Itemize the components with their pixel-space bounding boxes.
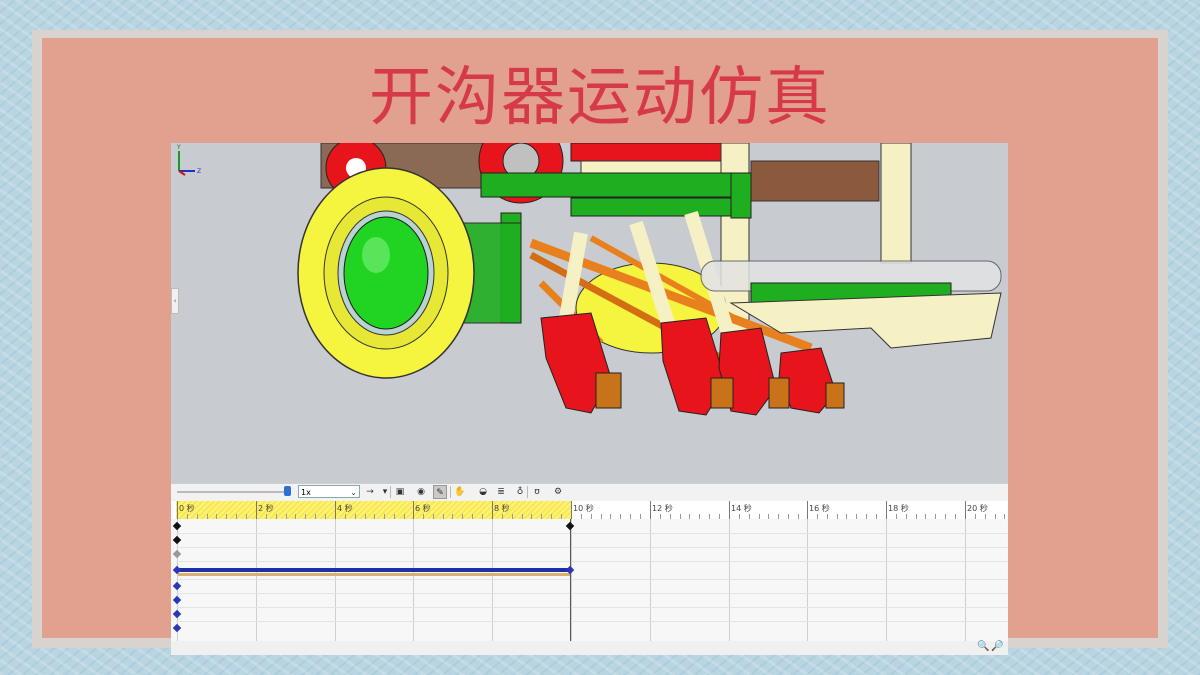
motor-icon[interactable]: ◒ — [476, 485, 490, 499]
ruler-tick-label: 10 秒 — [573, 504, 594, 513]
ruler-tick-label: 8 秒 — [494, 504, 510, 513]
key-point[interactable] — [172, 609, 182, 619]
seed-drill-model — [297, 143, 1002, 416]
key-point[interactable] — [172, 521, 182, 531]
ruler-major-tick — [413, 501, 414, 519]
timeline-gridline — [807, 519, 808, 641]
ruler-major-tick — [729, 501, 730, 519]
timeline-gridline — [335, 519, 336, 641]
zoom-out-icon[interactable]: 🔎 — [991, 641, 1003, 653]
motion-study-properties-icon[interactable]: ⚙ — [551, 485, 565, 499]
ruler-tick-label: 18 秒 — [888, 504, 909, 513]
timeline-status-bar: 🔍 🔎 — [171, 641, 1008, 655]
ruler-tick-label: 12 秒 — [652, 504, 673, 513]
spring-icon[interactable]: ≣ — [494, 485, 508, 499]
play-arrow-icon[interactable]: → — [363, 485, 377, 499]
contact-icon[interactable]: ʊ — [530, 485, 544, 499]
playback-speed-value: 1x — [301, 488, 311, 497]
simulation-window: ‹ Y Z 1x ⌄ → ▾ ▣ ◉ ✎ ✋ ◒ ≣ ♁ ʊ ⚙ 0 秒2 秒4 秒6 秒8 秒 10… — [171, 143, 1008, 655]
ruler-tick-label: 4 秒 — [337, 504, 353, 513]
motion-timeline-bar-secondary[interactable] — [178, 573, 571, 576]
timeline-gridline — [413, 519, 414, 641]
toolbar-separator — [390, 486, 391, 498]
ruler-tick-label: 2 秒 — [258, 504, 274, 513]
timeline-ruler[interactable]: 0 秒 2 秒 4 秒 6 秒 8 秒 10 秒 12 秒 14 秒 16 秒 18 秒 20 秒 — [171, 501, 1008, 520]
toolbar-separator — [527, 486, 528, 498]
ruler-major-tick — [807, 501, 808, 519]
animation-wizard-icon[interactable]: ◉ — [414, 485, 428, 499]
ruler-major-tick — [335, 501, 336, 519]
ruler-tick-label: 20 秒 — [967, 504, 988, 513]
axis-triad-icon: Y Z — [176, 144, 201, 176]
motion-timeline-bar[interactable] — [178, 568, 571, 572]
ruler-major-tick — [492, 501, 493, 519]
axis-z-label: Z — [197, 168, 201, 175]
feature-tree-collapse-tab[interactable]: ‹ — [171, 288, 179, 314]
key-point[interactable] — [172, 581, 182, 591]
ruler-major-tick — [256, 501, 257, 519]
key-point[interactable] — [172, 595, 182, 605]
ruler-major-tick — [177, 501, 178, 519]
timeline-gridline — [492, 519, 493, 641]
save-animation-icon[interactable]: ▣ — [393, 485, 407, 499]
ruler-major-tick — [886, 501, 887, 519]
ruler-tick-label: 16 秒 — [809, 504, 830, 513]
toolbar-separator — [450, 486, 451, 498]
playback-slider-thumb[interactable] — [284, 486, 291, 496]
motion-toolbar: 1x ⌄ → ▾ ▣ ◉ ✎ ✋ ◒ ≣ ♁ ʊ ⚙ — [171, 483, 1008, 502]
timeline-gridline — [650, 519, 651, 641]
3d-viewport[interactable]: ‹ Y Z — [171, 143, 1008, 483]
ruler-tick-label: 0 秒 — [179, 504, 195, 513]
ruler-tick-label: 14 秒 — [731, 504, 752, 513]
zoom-in-icon[interactable]: 🔍 — [977, 641, 989, 653]
ruler-major-tick — [571, 501, 572, 519]
axis-y-label: Y — [176, 144, 181, 151]
ruler-major-tick — [965, 501, 966, 519]
page-title: 开沟器运动仿真 — [369, 61, 831, 135]
timeline-gridline — [571, 519, 572, 641]
timeline-gridline — [256, 519, 257, 641]
key-point[interactable] — [172, 549, 182, 559]
autokey-icon[interactable]: ✎ — [433, 485, 447, 499]
time-bar[interactable] — [570, 519, 571, 641]
playback-speed-select[interactable]: 1x ⌄ — [298, 485, 360, 498]
playback-slider-track[interactable] — [177, 491, 285, 493]
key-point[interactable] — [172, 535, 182, 545]
timeline-gridline — [729, 519, 730, 641]
add-update-key-icon[interactable]: ✋ — [453, 485, 467, 499]
timeline-gridline — [886, 519, 887, 641]
ruler-tick-label: 6 秒 — [415, 504, 431, 513]
damper-icon[interactable]: ♁ — [513, 485, 527, 499]
chevron-down-icon: ⌄ — [350, 488, 357, 497]
timeline-grid[interactable] — [171, 519, 1008, 641]
key-point[interactable] — [565, 521, 575, 531]
ruler-major-tick — [650, 501, 651, 519]
timeline-gridline — [965, 519, 966, 641]
key-point[interactable] — [172, 623, 182, 633]
